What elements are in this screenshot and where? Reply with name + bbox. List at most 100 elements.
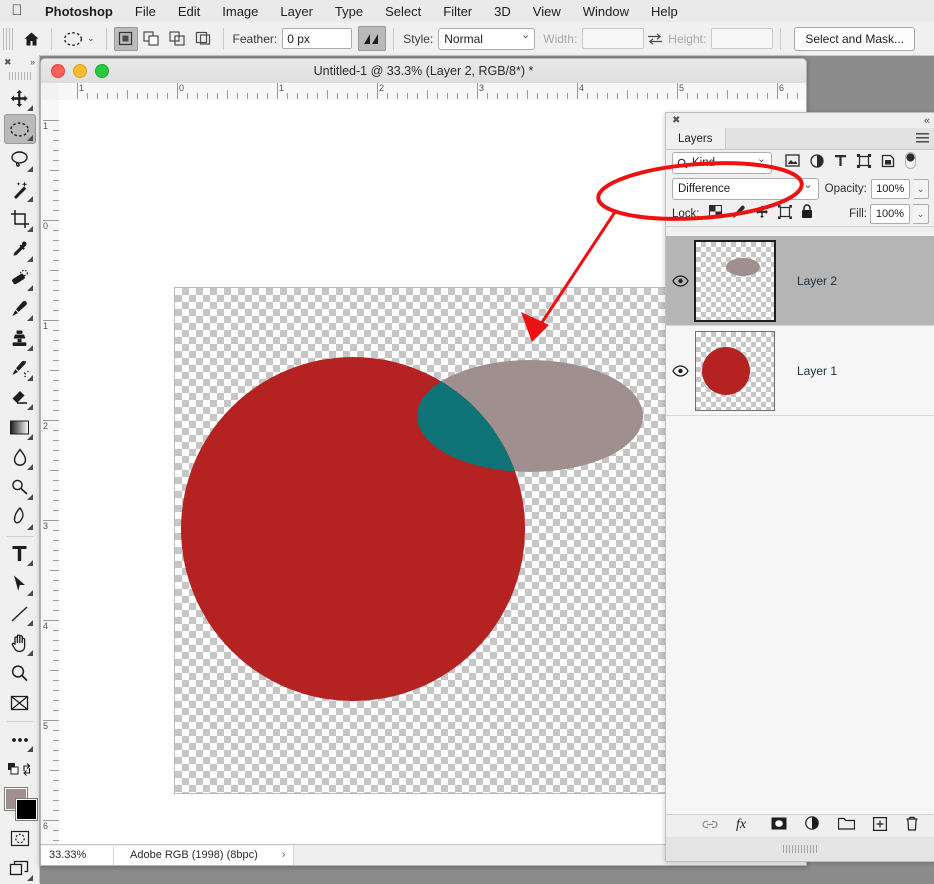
document-titlebar[interactable]: Untitled-1 @ 33.3% (Layer 2, RGB/8*) * xyxy=(41,59,806,84)
menu-3d[interactable]: 3D xyxy=(483,4,522,19)
swap-dimensions-icon[interactable] xyxy=(644,32,666,46)
tools-panel-grip[interactable] xyxy=(8,71,31,80)
type-t-icon[interactable] xyxy=(834,154,847,172)
clone-stamp-tool[interactable] xyxy=(5,324,35,353)
filter-toggle-icon[interactable] xyxy=(905,152,916,174)
menu-filter[interactable]: Filter xyxy=(432,4,483,19)
mask-icon[interactable] xyxy=(771,817,787,835)
background-color-swatch[interactable] xyxy=(14,797,38,821)
eraser-tool[interactable] xyxy=(5,384,35,413)
lock-all-button[interactable] xyxy=(801,204,813,224)
close-icon[interactable]: ✖ xyxy=(672,115,680,126)
select-and-mask-button[interactable]: Select and Mask... xyxy=(794,26,916,51)
frame-tool[interactable] xyxy=(5,688,35,717)
artboard[interactable] xyxy=(174,287,670,794)
close-icon[interactable]: ✖ xyxy=(4,57,12,68)
kind-filter-select[interactable]: Kind xyxy=(672,152,772,174)
blend-mode-select[interactable]: Difference xyxy=(672,178,819,200)
magic-wand-tool[interactable] xyxy=(5,175,35,204)
spot-healing-brush-tool[interactable] xyxy=(5,265,35,294)
blur-tool[interactable] xyxy=(5,443,35,472)
menu-edit[interactable]: Edit xyxy=(167,4,211,19)
folder-icon[interactable] xyxy=(837,817,856,835)
layer-name[interactable]: Layer 1 xyxy=(797,364,837,378)
path-selection-tool[interactable] xyxy=(5,569,35,598)
feather-input[interactable]: 0 px xyxy=(282,28,353,49)
pen-tool[interactable] xyxy=(5,503,35,532)
quick-mask-button[interactable] xyxy=(5,825,35,854)
lock-position-button[interactable] xyxy=(755,205,769,224)
dodge-tool[interactable] xyxy=(5,473,35,502)
image-icon[interactable] xyxy=(785,154,800,172)
menu-window[interactable]: Window xyxy=(572,4,640,19)
shape-icon[interactable] xyxy=(857,153,871,173)
anti-alias-icon[interactable] xyxy=(358,26,387,51)
vertical-ruler[interactable]: 1 0 1 2 3 4 5 6 xyxy=(41,100,60,865)
new-selection-button[interactable] xyxy=(113,26,138,51)
double-chevron-right-icon[interactable]: » xyxy=(30,57,35,67)
menu-select[interactable]: Select xyxy=(374,4,432,19)
menu-help[interactable]: Help xyxy=(640,4,689,19)
panel-resize-grip[interactable] xyxy=(666,837,934,861)
width-input[interactable] xyxy=(582,28,645,49)
menu-file[interactable]: File xyxy=(124,4,167,19)
brush-tool[interactable] xyxy=(5,294,35,323)
gradient-tool[interactable] xyxy=(5,413,35,442)
layer-thumbnail[interactable] xyxy=(695,330,775,411)
double-chevron-left-icon[interactable]: « xyxy=(924,115,930,127)
crop-tool[interactable] xyxy=(5,205,35,234)
menu-layer[interactable]: Layer xyxy=(269,4,324,19)
intersect-with-selection-button[interactable] xyxy=(192,27,216,51)
default-colors-and-swap[interactable] xyxy=(5,755,35,784)
chevron-right-icon[interactable]: › xyxy=(282,849,286,861)
smart-object-icon[interactable] xyxy=(881,154,895,173)
fx-icon[interactable]: fx xyxy=(736,816,753,836)
layer-thumbnail[interactable] xyxy=(694,239,776,322)
color-profile-field[interactable]: Adobe RGB (1998) (8bpc) › xyxy=(114,845,295,865)
color-swatches[interactable] xyxy=(3,786,38,821)
menu-app-name[interactable]: Photoshop xyxy=(34,4,124,19)
trash-icon[interactable] xyxy=(905,816,919,836)
lock-artboard-nesting-button[interactable] xyxy=(777,204,792,224)
move-tool[interactable] xyxy=(5,84,35,113)
zoom-tool[interactable] xyxy=(5,659,35,688)
apple-logo-icon[interactable]:  xyxy=(0,3,34,20)
adjustment-circle-icon[interactable] xyxy=(805,816,820,836)
style-select[interactable]: Normal xyxy=(438,27,536,50)
link-icon[interactable] xyxy=(702,817,718,835)
layer-name[interactable]: Layer 2 xyxy=(797,274,837,288)
elliptical-marquee-tool[interactable] xyxy=(3,113,36,145)
plus-square-icon[interactable] xyxy=(873,816,888,836)
layer-visibility-toggle[interactable] xyxy=(666,364,695,377)
screen-mode-button[interactable] xyxy=(5,854,35,883)
home-icon[interactable] xyxy=(18,27,44,51)
table-row[interactable]: Layer 2 xyxy=(666,236,934,326)
line-tool[interactable] xyxy=(5,599,35,628)
menu-view[interactable]: View xyxy=(522,4,572,19)
layer-visibility-toggle[interactable] xyxy=(666,274,695,287)
zoom-level-field[interactable]: 33.33% xyxy=(41,845,114,865)
half-circle-icon[interactable] xyxy=(810,153,824,173)
height-input[interactable] xyxy=(711,28,774,49)
history-brush-tool[interactable] xyxy=(5,354,35,383)
table-row[interactable]: Layer 1 xyxy=(666,326,934,416)
hand-tool[interactable] xyxy=(5,629,35,658)
fill-stepper[interactable]: ⌄ xyxy=(913,204,929,224)
type-tool[interactable] xyxy=(5,540,35,569)
subtract-from-selection-button[interactable] xyxy=(166,27,190,51)
opacity-stepper[interactable]: ⌄ xyxy=(913,179,929,199)
add-to-selection-button[interactable] xyxy=(140,27,164,51)
lasso-tool[interactable] xyxy=(5,145,35,174)
lock-transparent-pixels-button[interactable] xyxy=(708,204,722,223)
panel-menu-icon[interactable] xyxy=(916,133,929,144)
tab-layers[interactable]: Layers xyxy=(666,128,726,149)
tool-preset-picker[interactable]: ⌄ xyxy=(59,29,99,49)
menu-image[interactable]: Image xyxy=(211,4,269,19)
edit-toolbar-button[interactable] xyxy=(5,725,35,754)
lock-image-pixels-button[interactable] xyxy=(731,205,746,224)
fill-input[interactable]: 100% xyxy=(870,204,910,224)
eyedropper-tool[interactable] xyxy=(5,235,35,264)
opacity-input[interactable]: 100% xyxy=(870,179,910,199)
horizontal-ruler[interactable]: 1 0 1 2 3 4 5 6 xyxy=(59,83,806,101)
menu-type[interactable]: Type xyxy=(324,4,374,19)
